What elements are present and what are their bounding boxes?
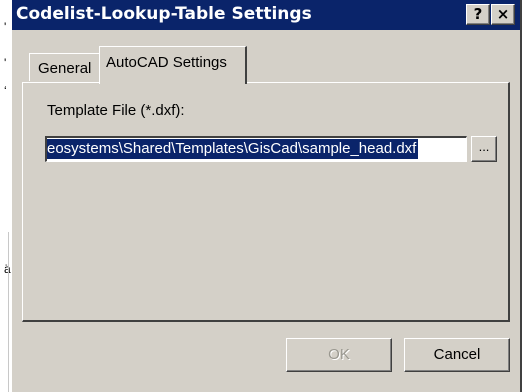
template-file-value: eosystems\Shared\Templates\GisCad\sample… (47, 139, 419, 159)
background-text-fragment: ' (4, 56, 7, 70)
template-file-input[interactable]: eosystems\Shared\Templates\GisCad\sample… (45, 136, 467, 162)
dialog-title: Codelist-Lookup-Table Settings (16, 4, 312, 24)
help-button[interactable]: ? (466, 4, 490, 25)
ellipsis-icon: ... (478, 139, 490, 154)
background-divider (8, 232, 9, 392)
title-bar[interactable]: Codelist-Lookup-Table Settings ? × (12, 0, 520, 30)
cancel-button[interactable]: Cancel (404, 338, 510, 372)
browse-button[interactable]: ... (471, 136, 497, 162)
cancel-button-label: Cancel (433, 346, 481, 363)
tab-autocad-settings[interactable]: AutoCAD Settings (99, 46, 247, 84)
background-text-fragment: ʻ (4, 84, 7, 98)
tab-general[interactable]: General (29, 53, 103, 81)
close-icon: × (496, 5, 510, 23)
ok-button[interactable]: OK (286, 338, 392, 372)
settings-dialog: Codelist-Lookup-Table Settings ? × Gener… (12, 0, 522, 392)
tab-autocad-settings-label: AutoCAD Settings (106, 54, 227, 71)
ok-button-label: OK (328, 346, 350, 363)
autocad-settings-panel: Template File (*.dxf): eosystems\Shared\… (22, 82, 510, 322)
help-icon: ? (473, 5, 483, 23)
template-file-label: Template File (*.dxf): (47, 102, 185, 119)
tab-general-label: General (38, 60, 92, 77)
background-text-fragment: ' (4, 20, 7, 34)
close-button[interactable]: × (491, 4, 515, 25)
